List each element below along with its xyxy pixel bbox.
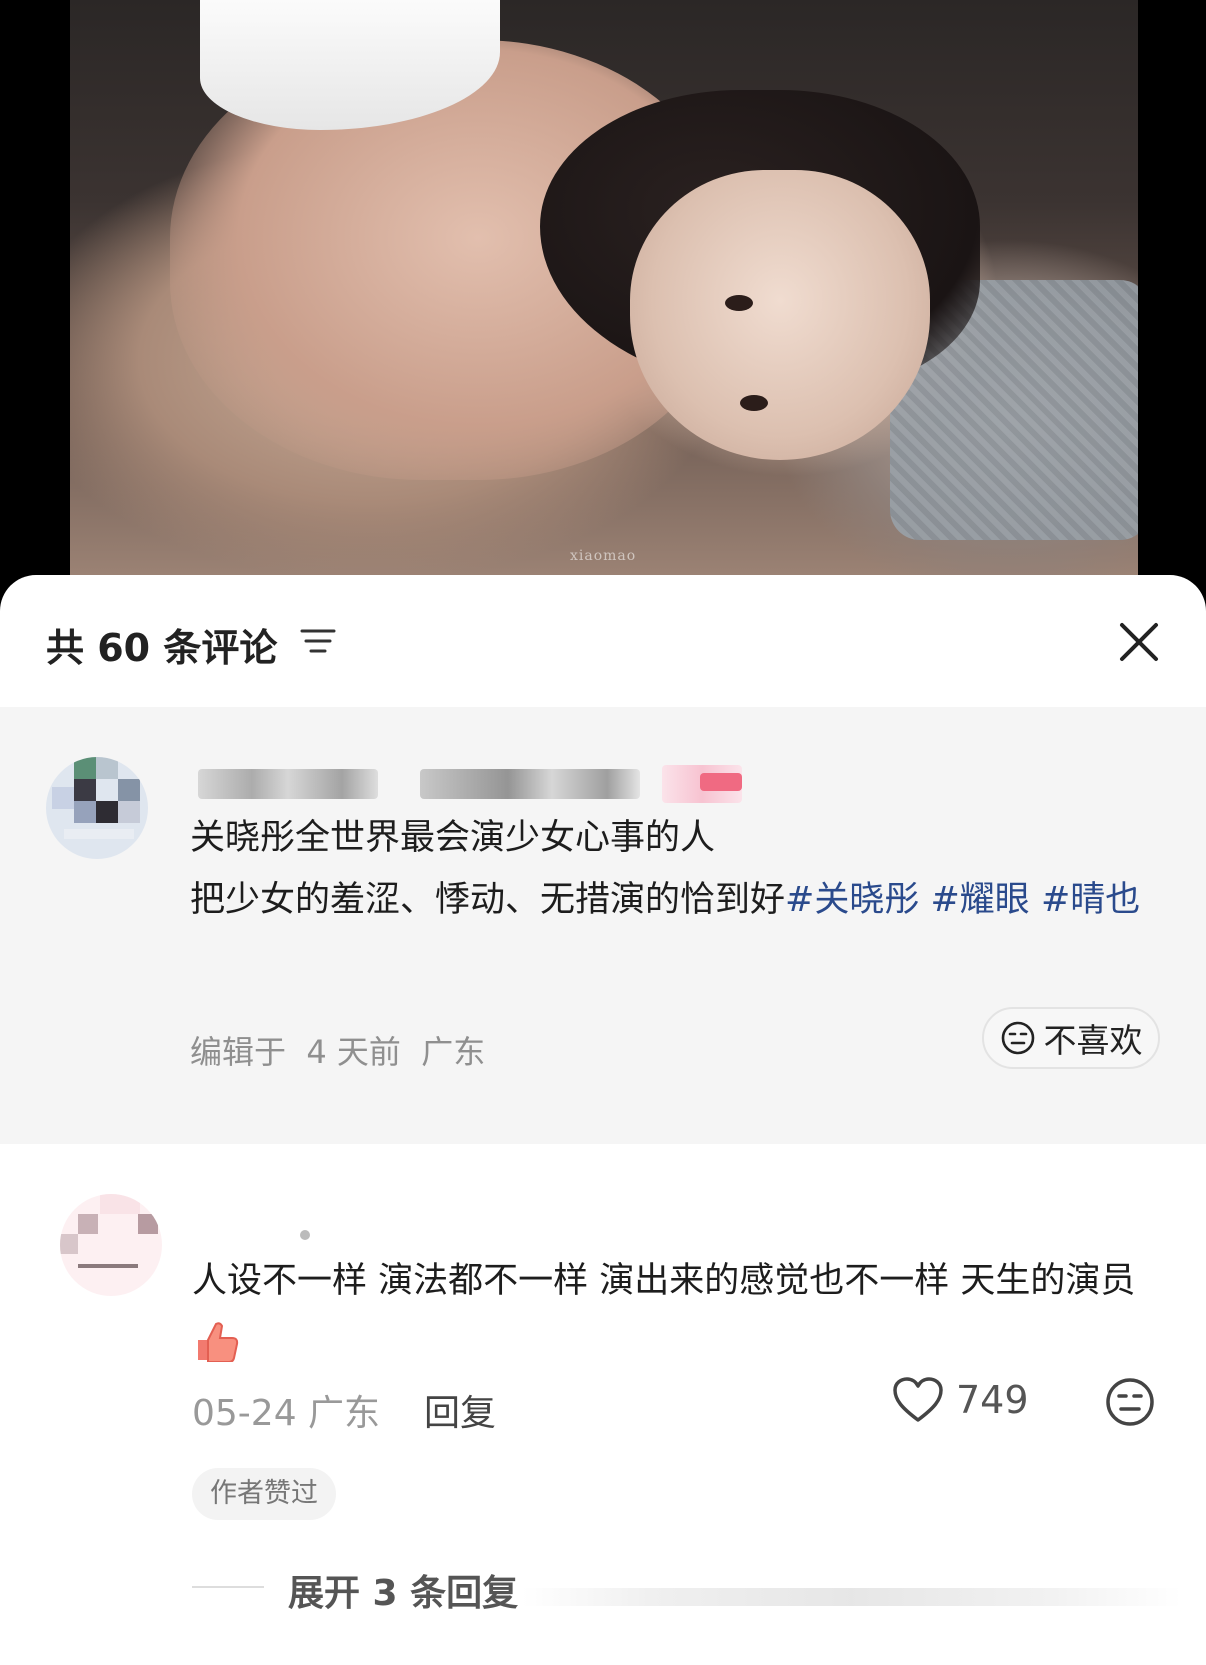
dislike-button[interactable]: 不喜欢 (982, 1007, 1160, 1069)
thumbs-up-icon (198, 1322, 239, 1363)
neutral-face-icon (1001, 1021, 1034, 1055)
comment-item-highlighted[interactable]: 关晓彤全世界最会演少女心事的人 把少女的羞涩、悸动、无措演的恰到好#关晓彤 #耀… (0, 707, 1206, 1144)
sheet-header: 共 60 条评论 (0, 575, 1206, 707)
dislike-button[interactable] (1104, 1376, 1156, 1432)
like-button[interactable]: 749 (892, 1376, 1029, 1424)
comments-sheet: 共 60 条评论 关晓彤全世界最会演少女心事的人 把少女的羞涩、悸动、无措演的恰… (0, 575, 1206, 1665)
username-blurred (198, 769, 378, 799)
video-frame: xiaomao (70, 0, 1138, 575)
comment-actions: 05-24 广东 回复 749 (192, 1376, 1162, 1436)
hashtag-link[interactable]: #耀眼 (930, 880, 1029, 920)
filter-lines-icon[interactable] (300, 625, 336, 657)
comment-line: 关晓彤全世界最会演少女心事的人 (190, 818, 716, 858)
hashtag-link[interactable]: #关晓彤 (785, 880, 919, 920)
avatar[interactable] (46, 757, 148, 859)
comment-text: 关晓彤全世界最会演少女心事的人 把少女的羞涩、悸动、无措演的恰到好#关晓彤 #耀… (190, 807, 1150, 931)
divider-line (192, 1586, 264, 1588)
dislike-label: 不喜欢 (1043, 1021, 1143, 1060)
avatar[interactable] (60, 1194, 162, 1296)
comment-text: 人设不一样 演法都不一样 演出来的感觉也不一样 天生的演员 (192, 1250, 1162, 1374)
comment-meta: 编辑于 4 天前 广东 (190, 1033, 486, 1071)
author-liked-badge: 作者赞过 (192, 1468, 336, 1520)
user-badge-blurred (700, 773, 742, 791)
eye-shape (740, 395, 768, 411)
comment-date: 05-24 广东 (192, 1393, 381, 1434)
username-blurred (300, 1230, 310, 1240)
hashtag-link[interactable]: #晴也 (1041, 880, 1140, 920)
comment-item[interactable]: 人设不一样 演法都不一样 演出来的感觉也不一样 天生的演员 05-24 广东 回… (0, 1144, 1206, 1665)
expand-replies-label: 展开 3 条回复 (288, 1573, 519, 1614)
heart-outline-icon (893, 1377, 943, 1422)
close-icon[interactable] (1118, 621, 1160, 663)
comment-count-title: 共 60 条评论 (46, 626, 278, 670)
eye-shape (725, 295, 753, 311)
reply-button[interactable]: 回复 (424, 1384, 496, 1436)
comment-text-body: 人设不一样 演法都不一样 演出来的感觉也不一样 天生的演员 (192, 1261, 1136, 1301)
like-count: 749 (956, 1378, 1029, 1422)
username-blurred (420, 769, 640, 799)
comment-line-text: 把少女的羞涩、悸动、无措演的恰到好 (190, 880, 786, 920)
neutral-face-icon (1106, 1378, 1154, 1426)
blurred-strip (522, 1588, 1182, 1606)
face-shape (630, 170, 930, 460)
comment-line: 把少女的羞涩、悸动、无措演的恰到好#关晓彤 #耀眼 #晴也 (190, 869, 1150, 931)
watermark: xiaomao (570, 548, 637, 564)
